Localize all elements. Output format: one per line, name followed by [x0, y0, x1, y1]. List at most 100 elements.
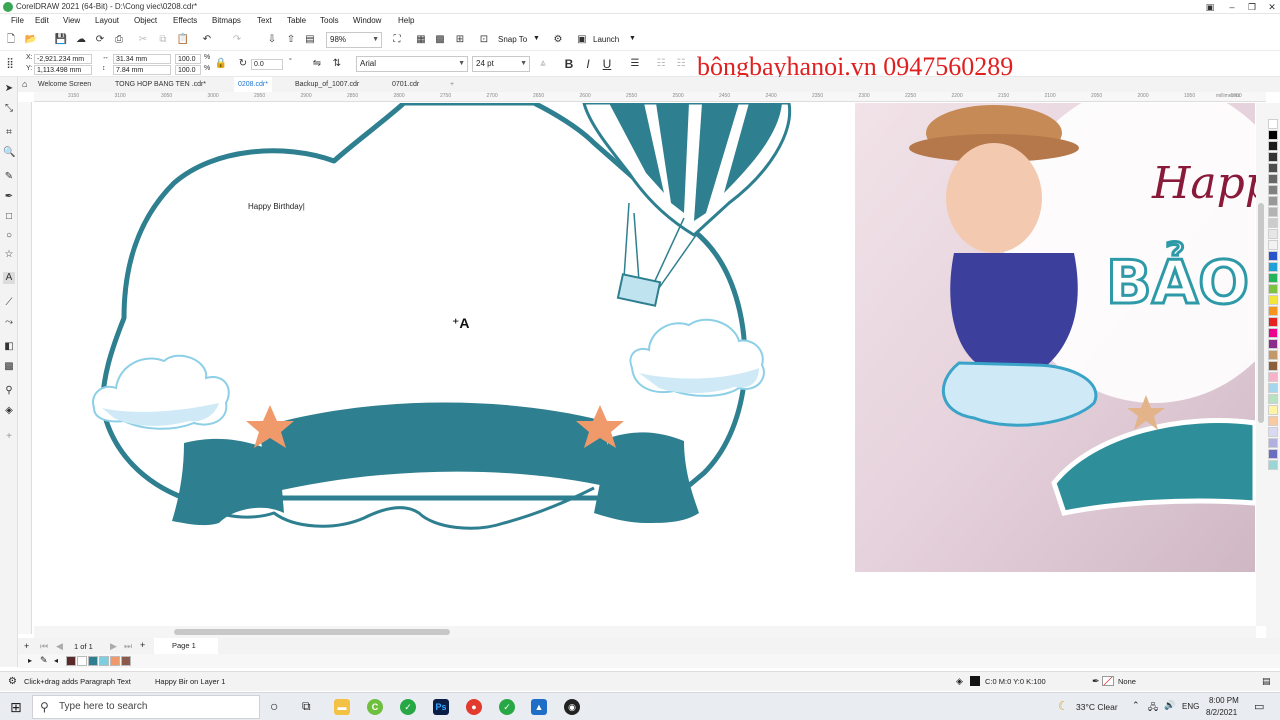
add-tab-icon[interactable]: + — [446, 77, 458, 92]
cut-icon[interactable]: ✂ — [136, 33, 150, 47]
transparency-tool-icon[interactable]: ▩ — [3, 361, 15, 373]
rotation-field[interactable]: 0.0 — [251, 59, 283, 70]
pen-tool-icon[interactable]: ✒ — [3, 191, 15, 203]
close-button[interactable]: ✕ — [1262, 0, 1280, 14]
menu-text[interactable]: Text — [257, 16, 272, 25]
palette-swatch[interactable] — [1268, 372, 1278, 382]
show-guidelines-icon[interactable]: ⊞ — [453, 33, 467, 47]
taskbar-search-box[interactable]: ⚲ Type here to search — [32, 695, 260, 719]
lock-ratio-icon[interactable]: 🔒 — [214, 57, 228, 71]
menu-edit[interactable]: Edit — [35, 16, 49, 25]
tab-0208[interactable]: 0208.cdr* — [234, 77, 272, 92]
document-palette-swatch[interactable] — [88, 656, 98, 666]
palette-swatch[interactable] — [1268, 196, 1278, 206]
document-palette-swatch[interactable] — [121, 656, 131, 666]
last-page-icon[interactable]: ⏭ — [124, 641, 132, 652]
palette-options-icon[interactable]: ◂ — [54, 656, 58, 665]
parallel-dimension-tool-icon[interactable]: ⟋ — [3, 297, 15, 309]
paste-icon[interactable]: 📋 — [176, 33, 190, 47]
undo-icon[interactable]: ↶ — [200, 33, 214, 47]
corel-app-icon[interactable]: ✓ — [400, 699, 416, 715]
menu-tools[interactable]: Tools — [320, 16, 339, 25]
launch-label[interactable]: Launch — [593, 35, 619, 44]
task-view-icon[interactable]: ⧉ — [302, 699, 311, 714]
add-tool-icon[interactable]: + — [3, 431, 15, 443]
first-page-icon[interactable]: ⏮ — [40, 641, 48, 652]
palette-swatch[interactable] — [1268, 251, 1278, 261]
status-options-icon[interactable]: ▤ — [1262, 676, 1271, 687]
fill-color-swatch[interactable] — [970, 676, 980, 686]
clock-time[interactable]: 8:00 PM — [1209, 696, 1239, 705]
new-document-icon[interactable]: 🗋 — [4, 33, 18, 47]
palette-swatch[interactable] — [1268, 240, 1278, 250]
palette-swatch[interactable] — [1268, 405, 1278, 415]
document-palette-swatch[interactable] — [77, 656, 87, 666]
menu-layout[interactable]: Layout — [95, 16, 119, 25]
palette-swatch[interactable] — [1268, 328, 1278, 338]
outline-color-swatch[interactable] — [1102, 676, 1114, 686]
volume-icon[interactable]: 🔊 — [1164, 700, 1175, 711]
copy-icon[interactable]: ⧉ — [156, 33, 170, 47]
vertical-ruler[interactable] — [18, 102, 32, 634]
font-list-icon[interactable]: ⩓ — [536, 57, 550, 71]
freehand-tool-icon[interactable]: ✎ — [3, 171, 15, 183]
minimize-button[interactable]: – — [1222, 0, 1242, 14]
palette-swatch[interactable] — [1268, 427, 1278, 437]
palette-swatch[interactable] — [1268, 339, 1278, 349]
palette-swatch[interactable] — [1268, 163, 1278, 173]
underline-button[interactable]: U — [600, 57, 614, 71]
cloud-upload-icon[interactable]: ☁ — [74, 33, 88, 47]
palette-swatch[interactable] — [1268, 460, 1278, 470]
text-tool-icon[interactable]: A — [3, 272, 15, 284]
windows-start-icon[interactable]: ⊞ — [10, 699, 22, 716]
width-field[interactable]: 31.34 mm — [113, 54, 171, 64]
horizontal-scrollbar[interactable] — [34, 626, 1256, 638]
launch-icon[interactable]: ▣ — [575, 33, 589, 47]
next-page-icon[interactable]: ▶ — [110, 641, 117, 652]
menu-bitmaps[interactable]: Bitmaps — [212, 16, 241, 25]
weather-text[interactable]: 33°C Clear — [1076, 702, 1118, 712]
eyedropper-tool-icon[interactable]: ⚲ — [3, 385, 15, 397]
palette-swatch[interactable] — [1268, 141, 1278, 151]
palette-swatch[interactable] — [1268, 152, 1278, 162]
rectangle-tool-icon[interactable]: □ — [3, 211, 15, 223]
settings-gear-icon[interactable]: ⚙ — [8, 676, 17, 687]
bullet-list-icon[interactable]: ☷ — [654, 57, 668, 71]
x-position-field[interactable]: -2,921.234 mm — [34, 54, 92, 64]
tab-tong-hop-bang-ten[interactable]: TONG HOP BANG TEN .cdr* — [111, 77, 210, 92]
numbered-list-icon[interactable]: ☷ — [674, 57, 688, 71]
import-icon[interactable]: ⇩ — [265, 33, 279, 47]
print-icon[interactable]: ⎙ — [112, 33, 126, 47]
palette-swatch[interactable] — [1268, 174, 1278, 184]
palette-swatch[interactable] — [1268, 438, 1278, 448]
menu-effects[interactable]: Effects — [173, 16, 197, 25]
photoshop-icon[interactable]: Ps — [433, 699, 449, 715]
tab-0701[interactable]: 0701.cdr — [388, 77, 423, 92]
open-icon[interactable]: 📂 — [24, 33, 38, 47]
palette-swatch[interactable] — [1268, 295, 1278, 305]
drawing-canvas[interactable]: Happ BẢO Happy Birthday| — [34, 103, 1266, 626]
interactive-fill-tool-icon[interactable]: ◈ — [3, 405, 15, 417]
palette-swatch[interactable] — [1268, 361, 1278, 371]
vertical-scroll-thumb[interactable] — [1258, 203, 1264, 423]
expand-palette-icon[interactable]: ▸ — [28, 656, 32, 665]
full-screen-icon[interactable]: ⛶ — [390, 33, 404, 47]
chevron-down-icon[interactable]: ▼ — [533, 35, 540, 42]
italic-button[interactable]: I — [581, 57, 595, 71]
help-icon[interactable]: ▣ — [1200, 0, 1220, 14]
notifications-icon[interactable]: ▭ — [1254, 700, 1264, 713]
bold-button[interactable]: B — [562, 57, 576, 71]
text-align-icon[interactable]: ☰ — [628, 57, 642, 71]
palette-swatch[interactable] — [1268, 229, 1278, 239]
publish-pdf-icon[interactable]: ▤ — [303, 33, 317, 47]
home-icon[interactable]: ⌂ — [22, 79, 27, 89]
corel-app-icon-2[interactable]: ✓ — [499, 699, 515, 715]
menu-object[interactable]: Object — [134, 16, 157, 25]
mirror-vertical-icon[interactable]: ⇅ — [330, 57, 344, 71]
menu-window[interactable]: Window — [353, 16, 381, 25]
document-palette-swatch[interactable] — [110, 656, 120, 666]
restore-button[interactable]: ❐ — [1242, 0, 1262, 14]
palette-swatch[interactable] — [1268, 306, 1278, 316]
pick-tool-icon[interactable]: ➤ — [3, 83, 15, 95]
vertical-scrollbar[interactable] — [1256, 103, 1266, 626]
